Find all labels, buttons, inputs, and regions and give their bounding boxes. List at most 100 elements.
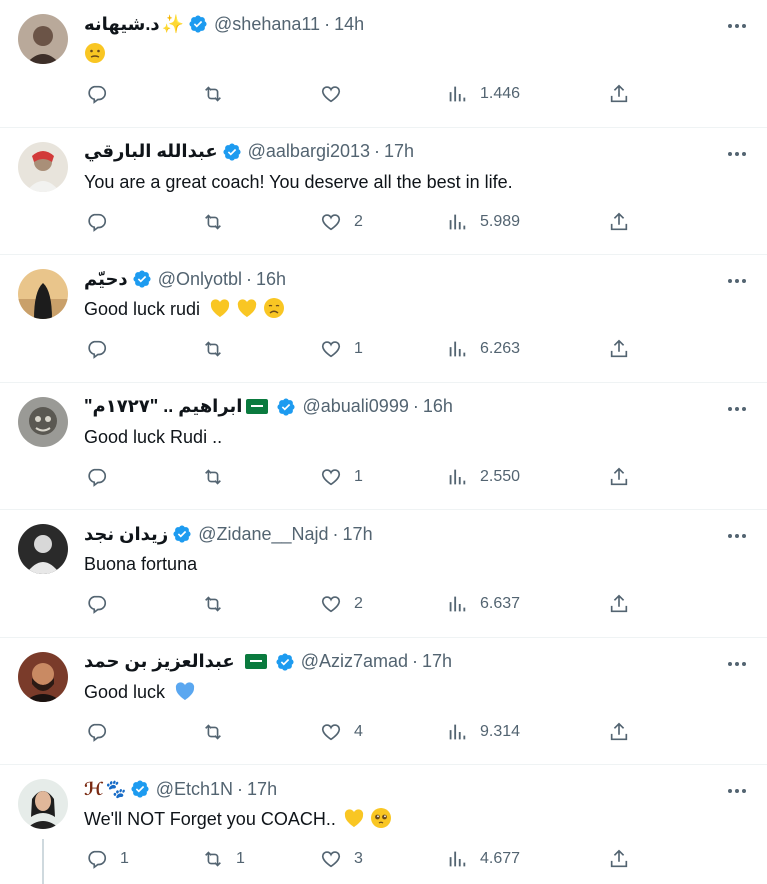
retweet-button[interactable] [202,592,236,616]
yellow-heart-emoji [205,299,231,319]
more-icon[interactable] [725,142,749,166]
retweet-button[interactable] [202,337,236,361]
reply-button[interactable] [86,465,120,489]
display-name[interactable]: "ابراهيم .. "١٧٢٧م [84,396,242,417]
tweet-text: Good luck Rudi .. [84,426,223,447]
views-button[interactable]: 6.637 [446,592,520,616]
like-button[interactable]: 4 [320,720,363,744]
views-button[interactable]: 9.314 [446,720,520,744]
tweet-text: Good luck [84,680,196,704]
like-button[interactable]: 1 [320,465,363,489]
tweet[interactable]: عبدالعزيز بن حمد @Aziz7amad · 17h Good l… [0,638,767,765]
more-icon[interactable] [725,14,749,38]
avatar[interactable] [18,651,68,702]
reply-icon [88,468,107,487]
handle[interactable]: @Etch1N [156,779,233,800]
separator-dot: · [374,141,381,161]
more-icon[interactable] [725,652,749,676]
verified-badge-icon [132,269,152,289]
retweet-button[interactable] [202,465,236,489]
share-button[interactable] [608,592,630,616]
views-button[interactable]: 1.446 [446,82,520,106]
share-button[interactable] [608,847,630,871]
handle[interactable]: @Onlyotbl [158,269,242,290]
retweet-button[interactable] [202,210,236,234]
like-icon [321,86,341,103]
tweet-header: د.شيهانه ✨ @shehana11 · 14h [84,12,364,36]
share-button[interactable] [608,720,630,744]
timestamp[interactable]: 17h [247,779,277,800]
avatar[interactable] [18,524,68,574]
like-icon [321,468,341,485]
reply-button[interactable] [86,337,120,361]
display-name[interactable]: ℋ🐾 [84,779,126,800]
reply-button[interactable] [86,82,120,106]
more-icon[interactable] [725,397,749,421]
like-button[interactable] [320,82,354,106]
more-icon[interactable] [725,524,749,548]
handle[interactable]: @shehana11 [214,14,320,35]
reply-button[interactable] [86,592,120,616]
share-button[interactable] [608,210,630,234]
display-name[interactable]: دحيّم [84,269,128,290]
share-icon [610,594,628,613]
display-name[interactable]: د.شيهانه [84,14,160,35]
views-button[interactable]: 6.263 [446,337,520,361]
share-button[interactable] [608,465,630,489]
reply-icon [88,85,107,104]
tweet-text-content: Good luck [84,681,166,702]
avatar[interactable] [18,396,68,447]
handle[interactable]: @Zidane__Najd [198,524,328,545]
handle[interactable]: @aalbargi2013 [248,141,370,162]
timestamp[interactable]: 16h [423,396,453,417]
views-button[interactable]: 2.550 [446,465,520,489]
avatar[interactable] [18,141,68,192]
separator-dot: · [412,651,419,671]
timestamp[interactable]: 14h [334,14,364,35]
display-name[interactable]: عبدالعزيز بن حمد [84,651,235,672]
like-button[interactable]: 2 [320,592,363,616]
reply-button[interactable] [86,210,120,234]
avatar[interactable] [18,14,68,64]
tweet[interactable]: د.شيهانه ✨ @shehana11 · 14h 1.446 [0,0,767,128]
like-count: 1 [354,467,363,485]
reply-button[interactable]: 1 [86,847,129,871]
retweet-button[interactable] [202,720,236,744]
display-name[interactable]: عبدالله البارقي [84,141,218,162]
retweet-icon [205,468,221,485]
like-count: 2 [354,595,363,612]
timestamp[interactable]: 17h [343,524,373,545]
views-button[interactable]: 4.677 [446,847,520,871]
timestamp[interactable]: 17h [384,141,414,162]
more-icon[interactable] [725,269,749,293]
views-icon [449,341,466,357]
display-name[interactable]: زيدان نجد [84,524,168,545]
avatar[interactable] [18,269,68,319]
more-icon[interactable] [725,779,749,803]
views-button[interactable]: 5.989 [446,210,520,234]
views-count: 9.314 [480,722,521,740]
timestamp[interactable]: 16h [256,269,286,290]
handle[interactable]: @Aziz7amad [301,651,408,672]
tweet[interactable]: زيدان نجد @Zidane__Najd · 17h Buona fort… [0,510,767,638]
tweet[interactable]: ℋ🐾 @Etch1N · 17h We'll NOT Forget you CO… [0,765,767,884]
tweet[interactable]: "ابراهيم .. "١٧٢٧م @abuali0999 · 16h Goo… [0,383,767,510]
separator-dot: · [324,13,331,34]
handle[interactable]: @abuali0999 [302,396,408,417]
share-button[interactable] [608,82,630,106]
retweet-button[interactable]: 1 [202,847,245,871]
views-count: 5.989 [480,212,521,230]
reply-button[interactable] [86,720,120,744]
share-button[interactable] [608,337,630,361]
timestamp[interactable]: 17h [422,651,452,672]
tweet-header: عبدالله البارقي @aalbargi2013 · 17h [84,140,414,164]
like-button[interactable]: 2 [320,210,363,234]
tweet[interactable]: دحيّم @Onlyotbl · 16h Good luck rudi 1 6… [0,255,767,383]
views-count: 1.446 [480,85,521,102]
tweet[interactable]: عبدالله البارقي @aalbargi2013 · 17h You … [0,128,767,255]
like-button[interactable]: 3 [320,847,363,871]
retweet-button[interactable] [202,82,236,106]
avatar[interactable] [18,779,68,829]
like-button[interactable]: 1 [320,337,363,361]
views-icon [449,469,466,484]
